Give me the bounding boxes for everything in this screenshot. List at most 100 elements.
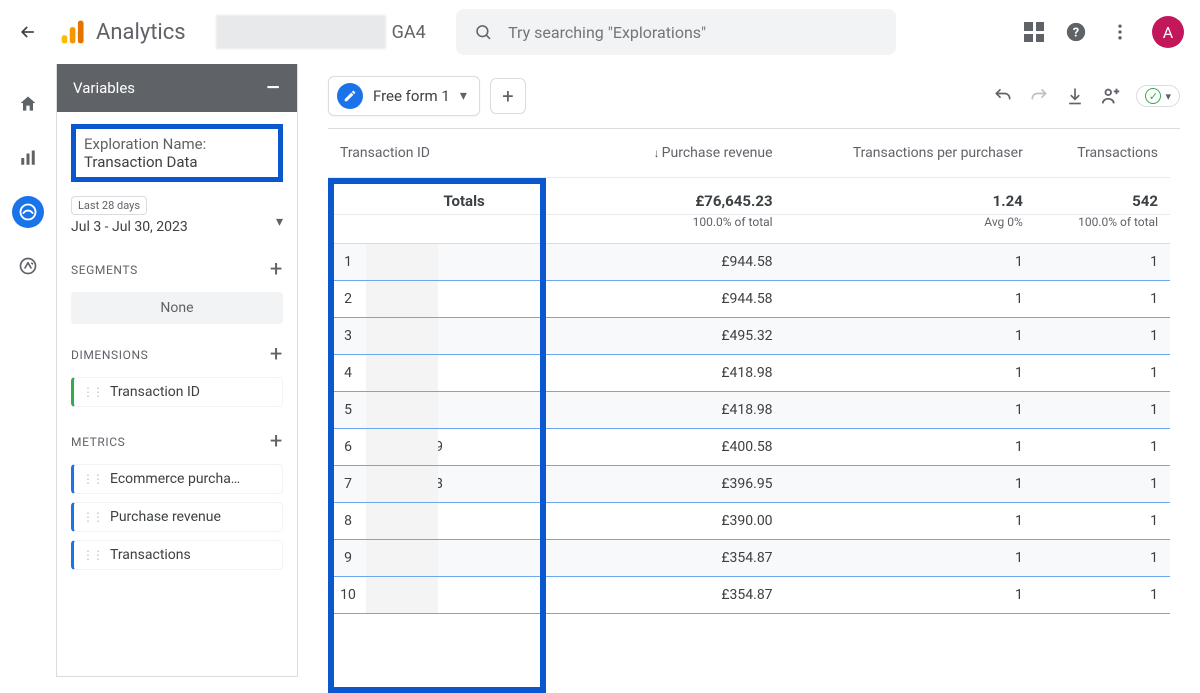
user-avatar[interactable]: A: [1152, 16, 1184, 48]
dimensions-label: DIMENSIONS: [71, 348, 148, 362]
cell-transaction-id: 457: [368, 281, 600, 318]
cell-tx: 1: [1035, 540, 1170, 577]
cell-transaction-id: 457: [368, 392, 600, 429]
help-icon[interactable]: ?: [1064, 20, 1088, 44]
col-tpp[interactable]: Transactions per purchaser: [785, 129, 1035, 178]
app-header: Analytics GA4 ? A: [0, 0, 1200, 64]
property-selector[interactable]: GA4: [216, 15, 426, 49]
exploration-name-value: Transaction Data: [84, 153, 270, 171]
col-purchase-revenue[interactable]: ↓Purchase revenue: [600, 129, 784, 178]
table-row[interactable]: 4 4676267 £418.98 1 1: [328, 355, 1170, 392]
totals-revenue-sub: 100.0% of total: [600, 215, 784, 244]
table-row[interactable]: 8 3254379 £390.00 1 1: [328, 503, 1170, 540]
exploration-name-box[interactable]: Exploration Name: Transaction Data: [71, 124, 283, 182]
minimize-panel-button[interactable]: −: [265, 74, 281, 102]
cell-transaction-id: 757: [368, 577, 600, 614]
exploration-name-label: Exploration Name:: [84, 135, 270, 153]
metric-chip[interactable]: ⋮⋮Purchase revenue: [71, 502, 283, 532]
add-segment-button[interactable]: +: [270, 257, 283, 282]
search-bar[interactable]: [456, 9, 896, 55]
table-row[interactable]: 10 757 £354.87 1 1: [328, 577, 1170, 614]
variables-panel: Variables − Exploration Name: Transactio…: [56, 64, 298, 677]
search-input[interactable]: [508, 23, 878, 42]
chevron-down-icon: ▾: [1165, 90, 1171, 103]
row-number: 2: [328, 281, 368, 318]
tab-freeform[interactable]: Free form 1 ▾: [328, 76, 480, 116]
grip-icon: ⋮⋮: [82, 510, 102, 524]
table-row[interactable]: 5 457 £418.98 1 1: [328, 392, 1170, 429]
more-menu-icon[interactable]: [1108, 20, 1132, 44]
table-row[interactable]: 2 457 £944.58 1 1: [328, 281, 1170, 318]
nav-advertising[interactable]: [12, 250, 44, 282]
share-button[interactable]: [1100, 85, 1122, 107]
undo-button[interactable]: [992, 85, 1014, 107]
cell-tx: 1: [1035, 355, 1170, 392]
cell-tx: 1: [1035, 281, 1170, 318]
row-number: 1: [328, 244, 368, 281]
cell-tpp: 1: [785, 318, 1035, 355]
cell-tpp: 1: [785, 503, 1035, 540]
nav-rail: [0, 64, 56, 677]
cell-revenue: £354.87: [600, 540, 784, 577]
add-metric-button[interactable]: +: [270, 429, 283, 454]
redo-button[interactable]: [1028, 85, 1050, 107]
totals-tx-sub: 100.0% of total: [1035, 215, 1170, 244]
add-tab-button[interactable]: +: [490, 78, 526, 114]
sample-status[interactable]: ✓ ▾: [1136, 85, 1180, 107]
dimension-chip[interactable]: ⋮⋮Transaction ID: [71, 377, 283, 407]
variables-title: Variables: [73, 79, 135, 97]
cell-tx: 1: [1035, 429, 1170, 466]
grip-icon: ⋮⋮: [82, 548, 102, 562]
variables-header: Variables −: [57, 64, 297, 112]
nav-explore[interactable]: [12, 196, 44, 228]
back-button[interactable]: [16, 20, 40, 44]
cell-tpp: 1: [785, 540, 1035, 577]
segments-label: SEGMENTS: [71, 263, 138, 277]
header-actions: ? A: [1024, 16, 1184, 48]
table-row[interactable]: 6 76758059 £400.58 1 1: [328, 429, 1170, 466]
analytics-logo[interactable]: Analytics: [60, 19, 186, 45]
edit-tab-icon: [337, 83, 363, 109]
cell-transaction-id: 53516203: [368, 466, 600, 503]
metric-chip-label: Transactions: [110, 547, 191, 563]
table-row[interactable]: 1 4778795 £944.58 1 1: [328, 244, 1170, 281]
cell-tpp: 1: [785, 466, 1035, 503]
col-transaction-id[interactable]: Transaction ID: [328, 129, 600, 178]
metrics-label: METRICS: [71, 435, 125, 449]
segments-empty[interactable]: None: [71, 292, 283, 324]
date-range-picker[interactable]: Last 28 days Jul 3 - Jul 30, 2023 ▾: [71, 196, 283, 235]
sort-descending-icon: ↓: [654, 146, 660, 160]
cell-revenue: £390.00: [600, 503, 784, 540]
segments-section-header: SEGMENTS +: [71, 257, 283, 282]
add-dimension-button[interactable]: +: [270, 342, 283, 367]
table-row[interactable]: 9 4259499 £354.87 1 1: [328, 540, 1170, 577]
cell-revenue: £418.98: [600, 355, 784, 392]
grip-icon: ⋮⋮: [82, 385, 102, 399]
cell-tx: 1: [1035, 503, 1170, 540]
nav-reports[interactable]: [12, 142, 44, 174]
col-transactions[interactable]: Transactions: [1035, 129, 1170, 178]
cell-tx: 1: [1035, 244, 1170, 281]
cell-tpp: 1: [785, 392, 1035, 429]
cell-tpp: 1: [785, 281, 1035, 318]
metric-chip[interactable]: ⋮⋮ Transactions: [71, 540, 283, 570]
nav-home[interactable]: [12, 88, 44, 120]
cell-tpp: 1: [785, 355, 1035, 392]
date-preset: Last 28 days: [71, 196, 147, 215]
row-number: 7: [328, 466, 368, 503]
cell-revenue: £354.87: [600, 577, 784, 614]
cell-tpp: 1: [785, 244, 1035, 281]
search-icon: [474, 22, 492, 42]
exploration-canvas: Free form 1 ▾ + ✓ ▾ Transaction ID ↓Purc…: [298, 64, 1200, 677]
metric-chip-label: Ecommerce purcha…: [110, 471, 240, 487]
metric-chip[interactable]: ⋮⋮Ecommerce purcha…: [71, 464, 283, 494]
property-suffix: GA4: [392, 22, 426, 43]
table-row[interactable]: 3 3368235 £495.32 1 1: [328, 318, 1170, 355]
totals-tpp-sub: Avg 0%: [785, 215, 1035, 244]
row-number: 4: [328, 355, 368, 392]
apps-icon[interactable]: [1024, 22, 1044, 42]
totals-tx: 542: [1035, 178, 1170, 215]
totals-tpp: 1.24: [785, 178, 1035, 215]
table-row[interactable]: 7 53516203 £396.95 1 1: [328, 466, 1170, 503]
download-button[interactable]: [1064, 85, 1086, 107]
